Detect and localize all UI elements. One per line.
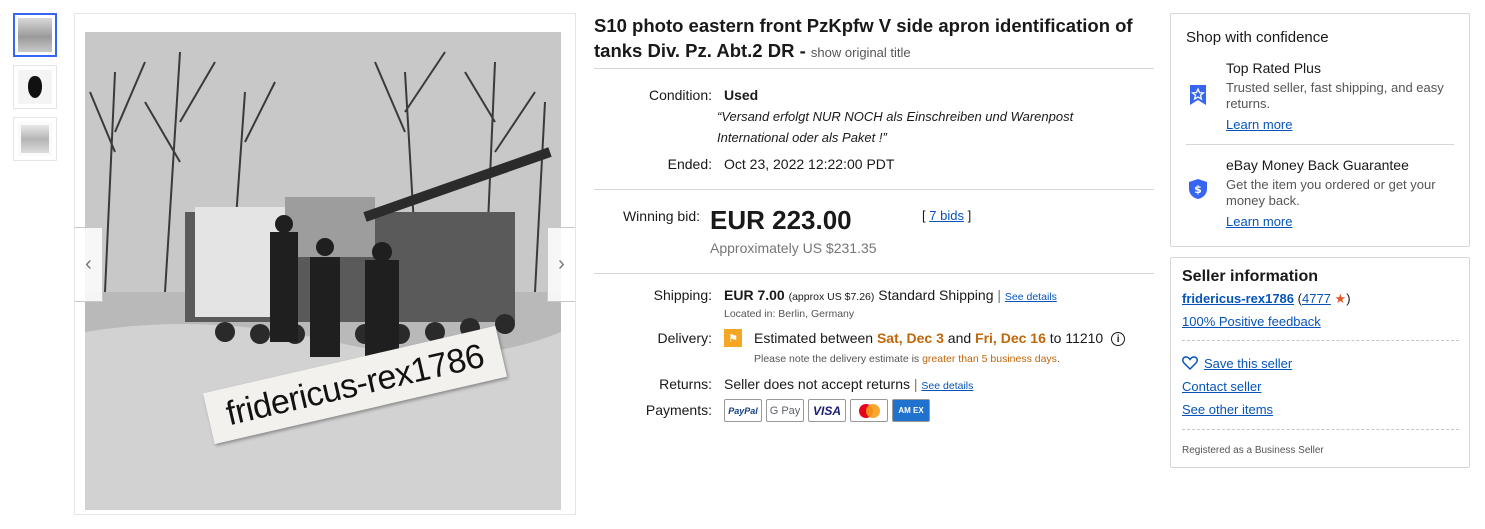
thumbnail-1[interactable] [13,13,57,57]
delivery-label: Delivery: [657,330,712,346]
item-title: S10 photo eastern front PzKpfw V side ap… [594,13,1154,65]
returns-policy: Seller does not accept returns [724,376,910,392]
delivery-date-end: Fri, Dec 16 [975,330,1046,346]
delivery-prefix: Estimated between [754,330,874,346]
bid-count-bracket-close: ] [967,208,972,223]
info-icon[interactable]: i [1111,332,1126,347]
next-image-button[interactable]: › [547,227,575,302]
delivery-note-prefix: Please note the delivery estimate is [754,353,920,365]
feedback-score-link[interactable]: 4777 [1302,291,1331,306]
condition-label: Condition: [648,87,712,103]
heart-icon [1182,356,1198,370]
shipping-divider: | [997,287,1002,303]
item-location: Located in: Berlin, Germany [724,308,855,320]
bid-history-link[interactable]: 7 bids [929,208,964,223]
save-seller-button[interactable]: Save this seller [1182,356,1292,371]
seller-name-link[interactable]: fridericus-rex1786 [1182,291,1294,306]
returns-value: Seller does not accept returns | See det… [724,376,973,392]
google-pay-label: G Pay [769,404,801,417]
thumbnail-1-image [18,18,52,52]
seller-name-line: fridericus-rex1786 (4777 ★) [1182,291,1351,307]
seller-note: “Versand erfolgt NUR NOCH als Einschreib… [717,106,1137,148]
delivery-note: Please note the delivery estimate is gre… [754,353,1060,365]
divider [1182,340,1459,341]
thumbnail-3-image [18,122,52,156]
divider [1186,144,1454,145]
item-photo: fridericus-rex1786 [85,32,561,510]
positive-feedback-link[interactable]: 100% Positive feedback [1182,314,1321,329]
amex-label: AM EX [898,405,924,415]
returns-divider: | [913,376,918,392]
shop-with-confidence-panel: Shop with confidence Top Rated Plus Trus… [1170,13,1470,247]
delivery-zip: to 11210 [1049,330,1104,346]
shipping-service: Standard Shipping [878,287,994,303]
chevron-right-icon: › [558,253,565,275]
delivery-note-suffix: . [1056,353,1060,365]
star-icon: ★ [1334,291,1347,306]
mastercard-icon [850,399,888,422]
money-back-desc: Get the item you ordered or get your mon… [1226,177,1436,208]
divider [594,68,1154,69]
paypal-label: PayPal [728,405,758,416]
thumbnail-2[interactable] [13,65,57,109]
delivery-date-start: Sat, Dec 3 [876,330,944,346]
top-rated-learn-more-link[interactable]: Learn more [1226,117,1292,132]
contact-seller-link[interactable]: Contact seller [1182,379,1261,394]
photo-illustration [85,32,561,510]
chevron-left-icon: ‹ [85,253,92,275]
show-original-title-link[interactable]: show original title [811,45,911,60]
shipping-label: Shipping: [653,287,712,303]
payments-label: Payments: [645,402,712,418]
see-other-items-link[interactable]: See other items [1182,402,1273,417]
thumbnail-3[interactable] [13,117,57,161]
svg-text:$: $ [1194,183,1202,196]
shipping-details-link[interactable]: See details [1005,291,1057,303]
returns-details-link[interactable]: See details [921,380,973,392]
shipping-approx: (approx US $7.26) [788,291,875,303]
returns-label: Returns: [659,376,712,392]
top-rated-plus-desc: Trusted seller, fast shipping, and easy … [1226,80,1444,111]
payment-methods: PayPal G Pay VISA AM EX [724,399,930,422]
shipping-price: EUR 7.00 [724,287,785,303]
divider [594,273,1154,274]
money-back-title: eBay Money Back Guarantee [1226,157,1409,173]
bid-count-bracket-open: [ [922,208,926,223]
business-seller-note: Registered as a Business Seller [1182,445,1324,456]
winning-bid-price: EUR 223.00 [710,205,852,235]
google-pay-icon: G Pay [766,399,804,422]
seller-note-text: “Versand erfolgt NUR NOCH als Einschreib… [717,109,1074,145]
amex-icon: AM EX [892,399,930,422]
top-rated-badge-icon [1190,85,1206,105]
divider [594,189,1154,190]
delivery-note-highlight: greater than 5 business days [922,353,1057,365]
main-image-viewer[interactable]: fridericus-rex1786 ‹ › [74,13,576,515]
money-back-learn-more-link[interactable]: Learn more [1226,214,1292,229]
thumbnail-strip [13,13,59,169]
bid-count: [ 7 bids ] [922,208,971,223]
ended-value: Oct 23, 2022 12:22:00 PDT [724,156,895,172]
seller-score-close: ) [1346,291,1351,306]
shield-dollar-icon: $ [1189,179,1207,199]
top-rated-plus-title: Top Rated Plus [1226,60,1321,76]
seller-info-heading: Seller information [1182,268,1319,285]
visa-icon: VISA [808,399,846,422]
save-seller-label: Save this seller [1204,356,1293,371]
winning-bid-label: Winning bid: [622,208,700,224]
seller-information-panel: Seller information fridericus-rex1786 (4… [1170,257,1470,468]
delivery-estimate: Estimated between Sat, Dec 3 and Fri, De… [754,330,1126,347]
shipping-value: EUR 7.00 (approx US $7.26) Standard Ship… [724,287,1057,303]
previous-image-button[interactable]: ‹ [75,227,103,302]
thumbnail-2-image [18,70,52,104]
ended-label: Ended: [667,156,712,172]
title-separator: - [799,40,806,61]
shop-confidence-heading: Shop with confidence [1186,29,1329,46]
condition-value: Used [724,87,759,103]
delivery-flag-icon: ⚑ [724,329,742,347]
divider [1182,429,1459,430]
converted-price: Approximately US $231.35 [710,240,877,256]
delivery-and: and [947,330,972,346]
visa-label: VISA [812,403,841,418]
paypal-icon: PayPal [724,399,762,422]
